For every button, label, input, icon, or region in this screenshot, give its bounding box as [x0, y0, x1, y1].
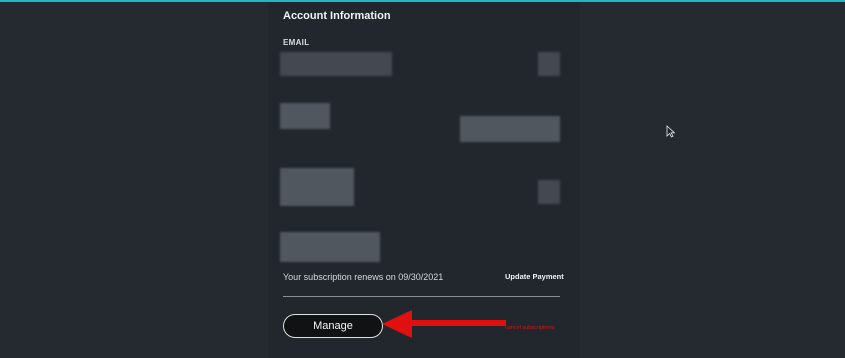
manage-button-label: Manage	[313, 320, 353, 332]
renewal-text: Your subscription renews on 09/30/2021	[283, 272, 444, 282]
redacted-field-a-value	[460, 116, 560, 142]
section-title: Account Information	[283, 10, 391, 22]
update-payment-link[interactable]: Update Payment	[505, 272, 564, 281]
email-label: EMAIL	[283, 38, 310, 47]
red-arrow-icon	[382, 310, 506, 338]
manage-button[interactable]: Manage	[283, 314, 383, 338]
redacted-field-c	[280, 232, 380, 262]
annotation-text: cancel subscriptions	[505, 325, 555, 331]
mouse-pointer-icon	[666, 125, 675, 138]
divider	[283, 296, 560, 297]
redacted-field-a	[280, 103, 330, 129]
redacted-field-b	[280, 168, 354, 206]
redacted-email-value	[280, 52, 392, 76]
redacted-field-b-value	[538, 180, 560, 204]
redacted-email-tail	[538, 52, 560, 76]
